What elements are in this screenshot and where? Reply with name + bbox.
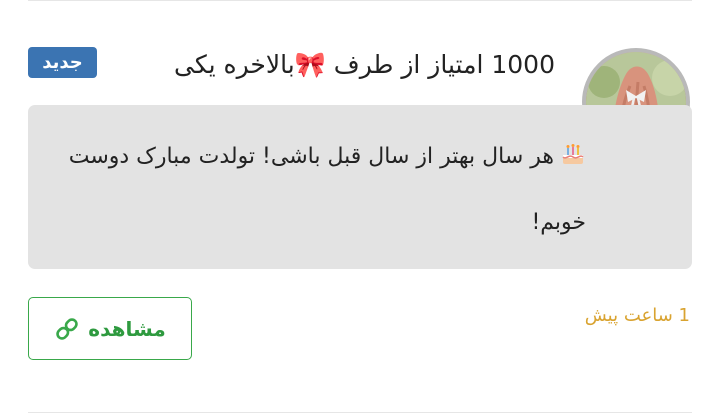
link-icon	[54, 316, 80, 342]
message-text-container: هر سال بهتر از سال قبل باشی! تولدت مبارک…	[66, 126, 586, 254]
message-text: هر سال بهتر از سال قبل باشی! تولدت مبارک…	[68, 144, 586, 235]
timestamp: 1 ساعت پیش	[584, 305, 690, 326]
new-badge: جدید	[28, 47, 97, 78]
birthday-cake-icon	[560, 130, 586, 192]
bottom-divider	[28, 412, 692, 413]
notification-card: 1000 امتیاز از طرف 🎀بالاخره یکی جدید هر …	[0, 0, 720, 419]
notification-title: 1000 امتیاز از طرف 🎀بالاخره یکی	[173, 50, 555, 79]
view-button-label: مشاهده	[88, 316, 166, 341]
view-button[interactable]: مشاهده	[28, 297, 192, 360]
top-divider	[28, 0, 692, 1]
